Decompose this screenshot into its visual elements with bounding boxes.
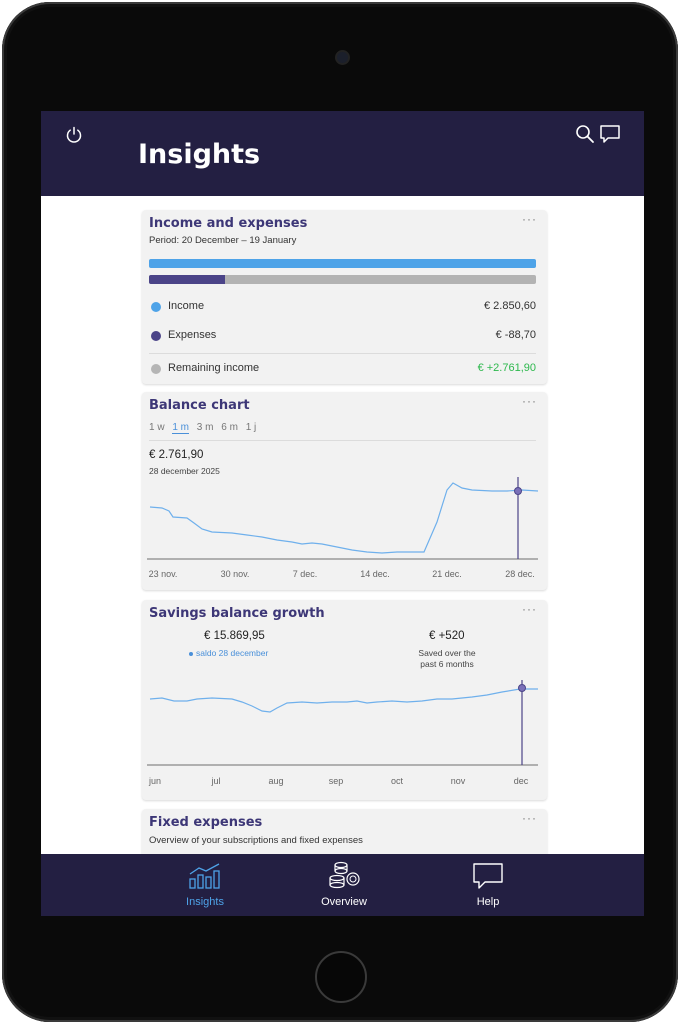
caption-dot-icon (189, 651, 193, 656)
coins-icon (329, 861, 360, 889)
range-tab-3m[interactable]: 3 m (197, 422, 214, 433)
card-title: Savings balance growth (149, 606, 325, 621)
x-tick-label: 30 nov. (220, 569, 250, 579)
x-tick-label: jul (211, 776, 221, 786)
x-tick-label: jun (148, 776, 162, 786)
divider (149, 353, 536, 354)
expenses-value: € -88,70 (495, 329, 536, 341)
savings-caption-text: saldo 28 december (196, 648, 269, 658)
income-dot (151, 302, 161, 312)
saved-caption-line2: past 6 months (420, 659, 474, 669)
page-title: Insights (138, 139, 261, 170)
card-title: Fixed expenses (149, 815, 263, 830)
tab-help[interactable]: Help (438, 854, 538, 916)
bottom-tab-bar: Insights Overview Help (41, 854, 644, 916)
savings-line (149, 688, 538, 713)
expenses-dot (151, 331, 161, 341)
range-tab-6m[interactable]: 6 m (221, 422, 238, 433)
tab-label: Overview (321, 896, 367, 908)
card-title: Income and expenses (149, 216, 308, 231)
more-icon[interactable]: ··· (522, 212, 537, 226)
x-tick-label: oct (390, 776, 404, 786)
app-screen: Insights Income and expenses ··· Period:… (41, 111, 644, 916)
saved-value: € +520 (429, 630, 465, 642)
x-tick-label: 21 dec. (432, 569, 462, 579)
balance-value: € 2.761,90 (149, 449, 204, 461)
savings-value: € 15.869,95 (204, 630, 265, 642)
income-row[interactable]: Income € 2.850,60 (149, 298, 536, 318)
savings-cursor-dot[interactable] (518, 684, 526, 692)
remaining-value: € +2.761,90 (477, 362, 536, 374)
income-bar (149, 259, 536, 268)
power-icon[interactable] (65, 126, 83, 144)
income-expenses-card[interactable]: Income and expenses ··· Period: 20 Decem… (142, 210, 547, 384)
tab-insights[interactable]: Insights (155, 854, 255, 916)
range-tab-1j[interactable]: 1 j (246, 422, 257, 433)
savings-growth-card[interactable]: Savings balance growth ··· € 15.869,95 s… (142, 600, 547, 800)
more-icon[interactable]: ··· (522, 602, 537, 616)
expenses-row[interactable]: Expenses € -88,70 (149, 327, 536, 347)
insights-content[interactable]: Income and expenses ··· Period: 20 Decem… (41, 196, 644, 854)
search-icon[interactable] (575, 124, 595, 144)
divider (149, 440, 536, 441)
more-icon[interactable]: ··· (522, 394, 537, 408)
remaining-dot (151, 364, 161, 374)
x-tick-label: 7 dec. (292, 569, 318, 579)
range-tabs: 1 w 1 m 3 m 6 m 1 j (149, 422, 261, 434)
tablet-frame: Insights Income and expenses ··· Period:… (2, 2, 678, 1022)
x-tick-label: 23 nov. (148, 569, 178, 579)
remaining-label: Remaining income (168, 362, 260, 374)
fixed-expenses-subtitle: Overview of your subscriptions and fixed… (149, 835, 363, 846)
range-tab-1m[interactable]: 1 m (172, 422, 190, 434)
tab-label: Insights (186, 896, 224, 908)
tab-overview[interactable]: Overview (294, 854, 394, 916)
chat-icon[interactable] (599, 124, 621, 144)
bar-chart-icon (189, 863, 220, 889)
saved-caption: Saved over the past 6 months (410, 648, 484, 670)
expenses-bar-track (149, 275, 536, 284)
saved-caption-line1: Saved over the (418, 648, 476, 658)
x-tick-label: 28 dec. (505, 569, 535, 579)
savings-line-chart[interactable] (142, 680, 547, 772)
x-tick-label: aug (268, 776, 284, 786)
camera (337, 52, 348, 63)
x-tick-label: sep (328, 776, 344, 786)
income-value: € 2.850,60 (484, 300, 536, 312)
home-button[interactable] (315, 951, 367, 1003)
expenses-bar (149, 275, 225, 284)
savings-caption: saldo 28 december (189, 648, 268, 658)
range-tab-1w[interactable]: 1 w (149, 422, 165, 433)
app-header: Insights (41, 111, 644, 196)
balance-line (149, 482, 539, 554)
fixed-expenses-card[interactable]: Fixed expenses ··· Overview of your subs… (142, 809, 547, 854)
x-tick-label: 14 dec. (360, 569, 390, 579)
x-tick-label: nov (450, 776, 466, 786)
x-tick-label: dec (513, 776, 529, 786)
expenses-label: Expenses (168, 329, 217, 341)
period-label: Period: 20 December – 19 January (149, 235, 297, 246)
card-title: Balance chart (149, 398, 250, 413)
balance-line-chart[interactable] (142, 472, 547, 564)
income-label: Income (168, 300, 205, 312)
balance-cursor-dot[interactable] (514, 487, 522, 495)
remaining-income-row[interactable]: Remaining income € +2.761,90 (149, 360, 536, 380)
more-icon[interactable]: ··· (522, 811, 537, 825)
balance-chart-card[interactable]: Balance chart ··· 1 w 1 m 3 m 6 m 1 j € … (142, 392, 547, 590)
tab-label: Help (476, 896, 500, 908)
chat-bubble-icon (473, 863, 503, 889)
